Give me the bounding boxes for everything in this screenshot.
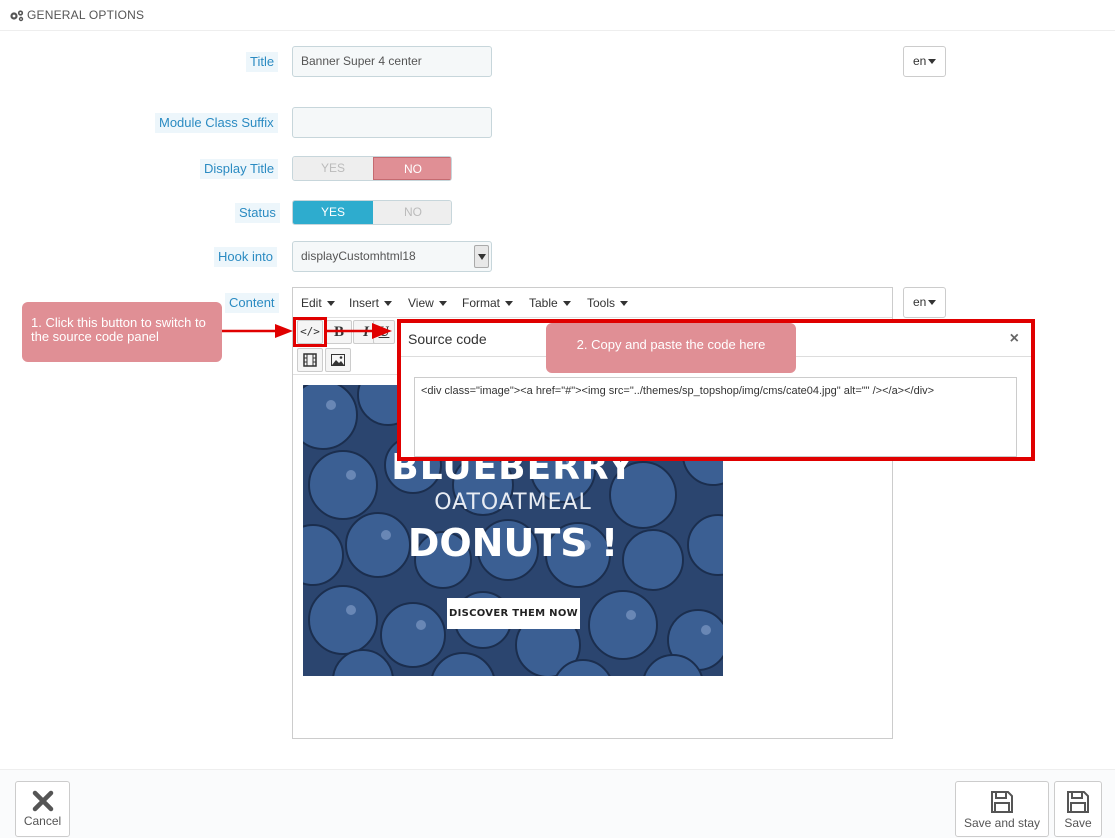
banner-subheading: OATOATMEAL <box>434 490 592 515</box>
menu-edit[interactable]: Edit <box>301 296 336 310</box>
callout-step-1: 1. Click this button to switch to the so… <box>22 302 222 362</box>
dialog-title: Source code <box>408 331 487 347</box>
display-title-label: Display Title <box>200 159 279 179</box>
callout-step-2: 2. Copy and paste the code here <box>546 323 796 373</box>
save-button[interactable]: Save <box>1054 781 1102 837</box>
floppy-disk-icon <box>1067 791 1089 813</box>
menu-label: Table <box>529 296 558 310</box>
status-no[interactable]: NO <box>373 201 451 224</box>
module-class-suffix-input[interactable] <box>292 107 492 138</box>
menu-label: Edit <box>301 296 322 310</box>
caret-down-icon <box>505 301 514 307</box>
floppy-disk-icon <box>991 791 1013 813</box>
menu-label: View <box>408 296 434 310</box>
menu-format[interactable]: Format <box>462 296 514 310</box>
caret-down-icon <box>928 59 937 65</box>
save-label: Save <box>1064 816 1092 830</box>
caret-down-icon <box>384 301 393 307</box>
display-title-no[interactable]: NO <box>373 157 451 180</box>
banner-title: DONUTS ! <box>407 521 619 565</box>
caret-down-icon <box>327 301 336 307</box>
title-input[interactable]: Banner Super 4 center <box>292 46 492 77</box>
menu-view[interactable]: View <box>408 296 448 310</box>
cancel-button[interactable]: Cancel <box>15 781 70 837</box>
source-button-highlight <box>293 317 327 347</box>
panel-heading: GENERAL OPTIONS <box>0 0 1115 31</box>
film-icon <box>303 353 317 367</box>
status-yes[interactable]: YES <box>293 201 373 224</box>
section-title: GENERAL OPTIONS <box>27 8 145 22</box>
menu-tools[interactable]: Tools <box>587 296 629 310</box>
save-and-stay-label: Save and stay <box>963 816 1041 830</box>
menu-label: Format <box>462 296 501 310</box>
close-icon <box>32 790 53 812</box>
menu-label: Tools <box>587 296 616 310</box>
language-code: en <box>913 295 927 309</box>
content-label: Content <box>225 293 279 313</box>
language-code: en <box>913 54 927 68</box>
bold-button[interactable]: B <box>326 320 352 344</box>
cancel-label: Cancel <box>23 814 62 828</box>
cogs-icon <box>10 10 24 22</box>
form-footer: Cancel Save and stay Save <box>0 769 1115 838</box>
caret-down-icon <box>928 300 937 306</box>
menu-label: Insert <box>349 296 380 310</box>
hook-into-value: displayCustomhtml18 <box>301 249 416 263</box>
status-label: Status <box>235 203 280 223</box>
image-icon <box>331 354 345 366</box>
insert-image-button[interactable] <box>325 348 351 372</box>
caret-down-icon <box>563 301 572 307</box>
display-title-yes[interactable]: YES <box>293 157 373 180</box>
save-and-stay-button[interactable]: Save and stay <box>955 781 1049 837</box>
caret-down-icon <box>439 301 448 307</box>
discover-button[interactable]: DISCOVER THEM NOW <box>447 598 580 629</box>
insert-video-button[interactable] <box>297 348 323 372</box>
editor-menubar: Edit Insert View Format Table Tools <box>293 288 892 318</box>
status-switch[interactable]: YES NO <box>292 200 452 225</box>
module-class-suffix-label: Module Class Suffix <box>155 113 278 133</box>
title-language-dropdown[interactable]: en <box>903 46 946 77</box>
menu-insert[interactable]: Insert <box>349 296 393 310</box>
menu-table[interactable]: Table <box>529 296 572 310</box>
hook-into-label: Hook into <box>214 247 277 267</box>
content-language-dropdown[interactable]: en <box>903 287 946 318</box>
chevron-down-icon <box>474 245 489 268</box>
display-title-switch[interactable]: YES NO <box>292 156 452 181</box>
caret-down-icon <box>620 301 629 307</box>
title-label: Title <box>246 52 279 72</box>
underline-button[interactable]: U <box>373 320 395 344</box>
source-code-textarea[interactable]: <div class="image"><a href="#"><img src=… <box>414 377 1017 457</box>
hook-into-select[interactable]: displayCustomhtml18 <box>292 241 492 272</box>
close-icon[interactable]: × <box>1010 330 1019 348</box>
